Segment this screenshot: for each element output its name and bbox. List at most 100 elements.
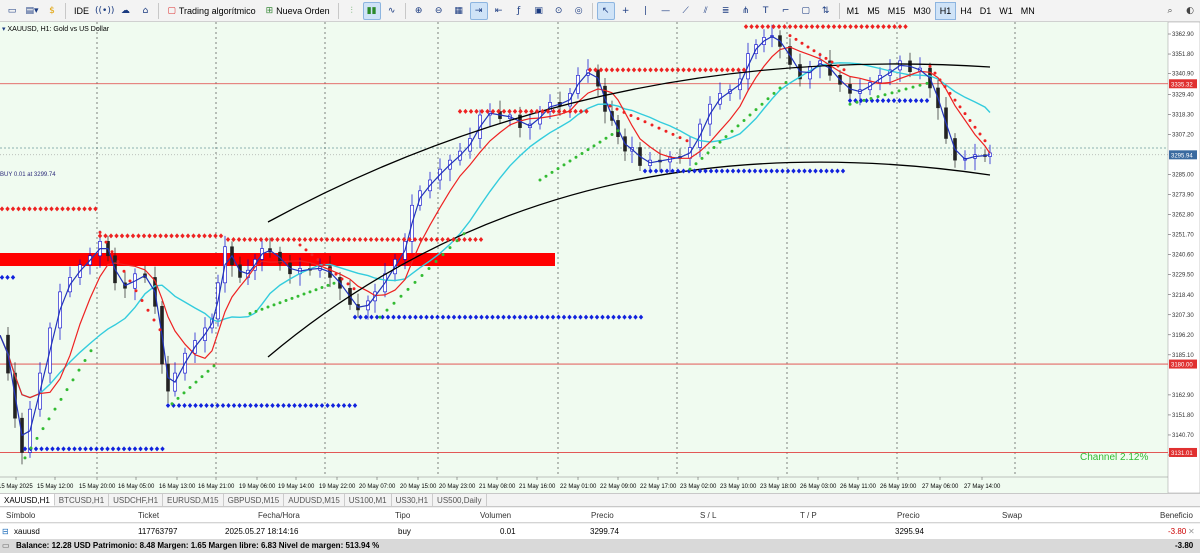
support-dots [297, 403, 303, 409]
zoom-in-icon[interactable]: ⊕ [410, 2, 428, 20]
table-row[interactable]: ⊟ xauusd 117763797 2025.05.27 18:14:16 b… [0, 524, 1200, 539]
chart-shift-icon[interactable]: ⇤ [490, 2, 508, 20]
shapes-icon[interactable]: ▢ [797, 2, 815, 20]
col-symbol[interactable]: Símbolo [6, 511, 35, 520]
resistance-dots [324, 237, 330, 243]
line-chart-icon[interactable]: ∿ [383, 2, 401, 20]
timeframe-d1[interactable]: D1 [976, 2, 996, 20]
support-dots [785, 168, 791, 174]
tab-us30-h1[interactable]: US30,H1 [392, 494, 434, 506]
pitchfork-icon[interactable]: ⋔ [737, 2, 755, 20]
new-order-button[interactable]: ⊞ Nueva Orden [262, 2, 334, 20]
tab-xauusd-h1[interactable]: XAUUSD,H1 [0, 494, 55, 506]
tab-eurusd-m15[interactable]: EURUSD,M15 [163, 494, 224, 506]
price-tick-label: 3251.70 [1172, 233, 1194, 239]
tab-audusd-m15[interactable]: AUDUSD,M15 [284, 494, 345, 506]
resistance-dots [275, 237, 280, 243]
psar-up-dot [544, 174, 548, 178]
templates-icon[interactable]: ▣ [530, 2, 548, 20]
indicators-icon[interactable]: ƒ [510, 2, 528, 20]
supply-zone[interactable] [0, 253, 555, 266]
resistance-dots [714, 67, 719, 73]
screenshot-icon[interactable]: ◎ [570, 2, 588, 20]
psar-down-dot [963, 112, 967, 116]
time-tick-label: 20 May 23:00 [439, 484, 476, 490]
label-icon[interactable]: ⌐ [777, 2, 795, 20]
new-chart-icon[interactable]: ▭ [3, 2, 21, 20]
tab-us500-daily[interactable]: US500,Daily [433, 494, 487, 506]
signal-icon[interactable]: ((•)) [95, 2, 114, 20]
support-dots [209, 403, 215, 409]
resistance-dots [809, 24, 815, 30]
timeframe-w1[interactable]: W1 [995, 2, 1017, 20]
timeframe-m1[interactable]: M1 [843, 2, 864, 20]
close-position-icon[interactable]: ✕ [1188, 527, 1195, 536]
psar-up-dot [296, 294, 300, 298]
chart-layout-icon[interactable]: ▤▾ [23, 2, 41, 20]
balance-total: -3.80 [1175, 541, 1194, 550]
objects-icon[interactable]: ⊙ [550, 2, 568, 20]
timeframe-m15[interactable]: M15 [884, 2, 910, 20]
tab-usdchf-h1[interactable]: USDCHF,H1 [109, 494, 164, 506]
search-icon[interactable]: ⌕ [1161, 2, 1179, 20]
resistance-dots [418, 237, 423, 243]
col-swap[interactable]: Swap [1002, 511, 1022, 520]
timeframe-m5[interactable]: M5 [863, 2, 884, 20]
vertical-line-icon[interactable]: | [637, 2, 655, 20]
text-icon[interactable]: T [757, 2, 775, 20]
psar-down-dot [650, 123, 654, 127]
resistance-dots [556, 108, 562, 114]
horizontal-line-icon[interactable]: — [657, 2, 675, 20]
candle-chart-icon[interactable]: ▮▮ [362, 1, 381, 20]
psar-down-dot [140, 299, 144, 303]
market-icon[interactable]: ⌂ [136, 2, 154, 20]
time-tick-label: 15 May 20:00 [79, 484, 116, 490]
support-dots [913, 98, 919, 104]
timeframe-h4[interactable]: H4 [956, 2, 976, 20]
timeframe-m30[interactable]: M30 [909, 2, 935, 20]
support-dots [105, 446, 110, 452]
col-sl[interactable]: S / L [700, 511, 716, 520]
col-ticket[interactable]: Ticket [138, 511, 159, 520]
chart-canvas[interactable]: 3362.90 3351.80 3340.90 3329.40 3318.30 3307.… [0, 22, 1200, 493]
support-dots [149, 446, 154, 452]
cloud-icon[interactable]: ☁ [116, 2, 134, 20]
timeframe-h1[interactable]: H1 [934, 1, 957, 20]
col-type[interactable]: Tipo [395, 511, 410, 520]
resistance-dots [379, 237, 385, 243]
profiles-icon[interactable]: $ [43, 2, 61, 20]
fibo-icon[interactable]: ≣ [717, 2, 735, 20]
grid-icon[interactable]: ▦ [450, 2, 468, 20]
autoscroll-icon[interactable]: ⇥ [469, 1, 488, 20]
price-tick-label: 3307.20 [1172, 133, 1194, 139]
tab-btcusd-h1[interactable]: BTCUSD,H1 [55, 494, 110, 506]
col-price[interactable]: Precio [897, 511, 920, 520]
tab-gbpusd-m15[interactable]: GBPUSD,M15 [224, 494, 285, 506]
tab-us100-m1[interactable]: US100,M1 [345, 494, 392, 506]
psar-down-dot [685, 139, 689, 143]
zoom-out-icon[interactable]: ⊖ [430, 2, 448, 20]
account-icon[interactable]: ◐ [1181, 2, 1199, 20]
support-dots [5, 274, 10, 280]
cursor-icon[interactable]: ↖ [596, 1, 615, 20]
price-chart[interactable]: 3362.90 3351.80 3340.90 3329.40 3318.30 3307.… [0, 22, 1200, 493]
algo-trading-button[interactable]: ▢ Trading algorítmico [163, 2, 259, 20]
resistance-dots [225, 237, 231, 243]
col-datetime[interactable]: Fecha/Hora [258, 511, 300, 520]
col-tp[interactable]: T / P [800, 511, 817, 520]
ide-button[interactable]: IDE [70, 2, 93, 20]
timeframe-mn[interactable]: MN [1017, 2, 1039, 20]
support-dots [88, 446, 94, 452]
time-tick-label: 15 May 2025 [0, 484, 33, 490]
psar-down-dot [938, 78, 942, 82]
trendline-icon[interactable]: ⟋ [677, 2, 695, 20]
arrows-icon[interactable]: ⇅ [817, 2, 835, 20]
col-profit[interactable]: Beneficio [1160, 511, 1193, 520]
channel-upper-line[interactable] [267, 63, 991, 223]
col-open-price[interactable]: Precio [591, 511, 614, 520]
bar-chart-icon[interactable]: ⫶ [343, 2, 361, 20]
crosshair-icon[interactable]: + [617, 2, 635, 20]
col-volume[interactable]: Volumen [480, 511, 511, 520]
psar-down-dot [678, 136, 682, 140]
channel-icon[interactable]: ⫽ [697, 2, 715, 20]
